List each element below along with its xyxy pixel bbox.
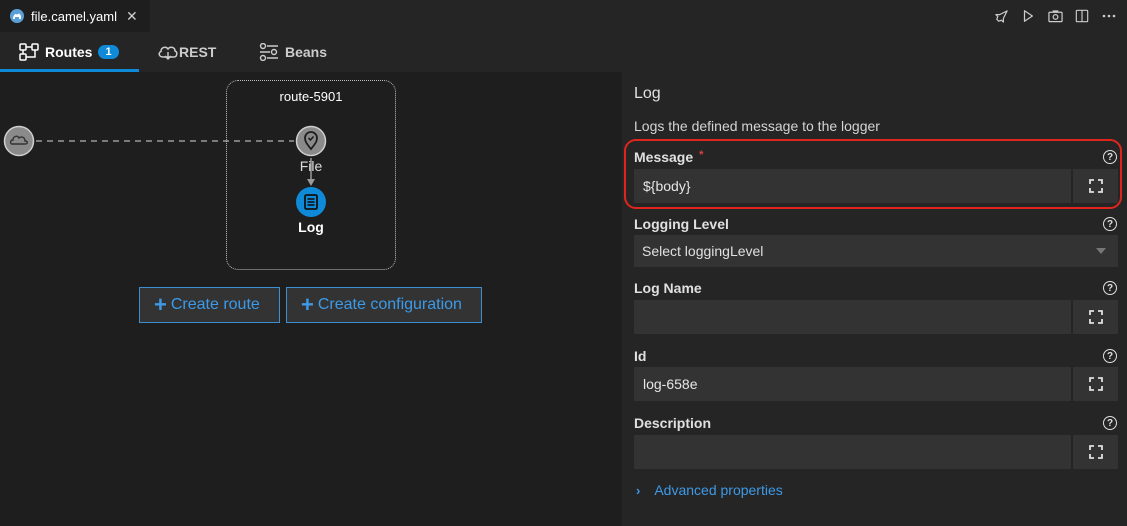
advanced-properties-label: Advanced properties [654,482,783,498]
advanced-properties-toggle[interactable]: › Advanced properties [636,482,783,498]
cloud-icon [158,46,178,60]
editor-tab-bar: file.camel.yaml ✕ [0,0,1127,32]
panel-description: Logs the defined message to the logger [634,118,880,134]
tab-rest[interactable]: REST [157,32,216,72]
id-expand-icon[interactable] [1073,367,1118,401]
create-route-label: Create route [170,296,260,313]
close-tab-icon[interactable]: ✕ [126,8,138,25]
description-expand-icon[interactable] [1073,435,1118,469]
file-tab[interactable]: file.camel.yaml ✕ [0,0,150,32]
id-help-icon[interactable]: ? [1103,349,1117,363]
description-input[interactable] [634,435,1071,469]
plus-icon: + [154,292,167,317]
designer-tabs: Routes 1 REST Beans [0,32,1127,72]
beans-icon [259,43,278,61]
rocket-icon[interactable] [993,8,1009,24]
routes-icon [19,43,39,61]
create-configuration-label: Create configuration [317,296,462,313]
log-name-label: Log Name [634,280,702,296]
message-field-highlight [624,139,1122,209]
tab-beans[interactable]: Beans [259,32,327,72]
start-node-icon[interactable] [3,125,35,157]
id-input[interactable]: log-658e [634,367,1071,401]
create-configuration-button[interactable]: + Create configuration [286,287,482,323]
panel-title: Log [634,85,661,102]
log-name-expand-icon[interactable] [1073,300,1118,334]
run-icon[interactable] [1020,8,1036,24]
route-container[interactable]: route-5901 [226,80,396,270]
caret-down-icon [1096,248,1106,254]
log-node-label: Log [298,219,324,235]
properties-panel: Log Logs the defined message to the logg… [622,72,1127,526]
camel-file-icon [10,9,24,23]
tab-rest-label: REST [179,44,217,60]
route-title: route-5901 [279,89,343,104]
file-endpoint-icon[interactable] [295,125,327,157]
routes-count-badge: 1 [98,45,119,59]
log-name-input[interactable] [634,300,1071,334]
logging-level-label: Logging Level [634,216,729,232]
id-label: Id [634,348,647,364]
log-icon[interactable] [295,186,327,218]
description-label: Description [634,415,712,431]
camera-icon[interactable] [1047,8,1063,24]
route-canvas[interactable]: route-5901 File Log + Create route + Cre… [0,72,622,526]
plus-icon: + [301,292,314,317]
create-route-button[interactable]: + Create route [139,287,280,323]
tab-routes-label: Routes [45,44,93,60]
split-editor-icon[interactable] [1074,8,1090,24]
file-node-label: File [299,158,323,174]
tab-routes[interactable]: Routes 1 [0,32,139,72]
tab-beans-label: Beans [285,44,328,60]
file-tab-name: file.camel.yaml [31,8,117,24]
logging-level-help-icon[interactable]: ? [1103,217,1117,231]
editor-actions [993,0,1117,32]
more-icon[interactable] [1101,8,1117,24]
logging-level-placeholder: Select loggingLevel [642,243,764,259]
description-help-icon[interactable]: ? [1103,416,1117,430]
log-name-help-icon[interactable]: ? [1103,281,1117,295]
chevron-right-icon: › [636,482,641,498]
logging-level-select[interactable]: Select loggingLevel [634,235,1118,267]
